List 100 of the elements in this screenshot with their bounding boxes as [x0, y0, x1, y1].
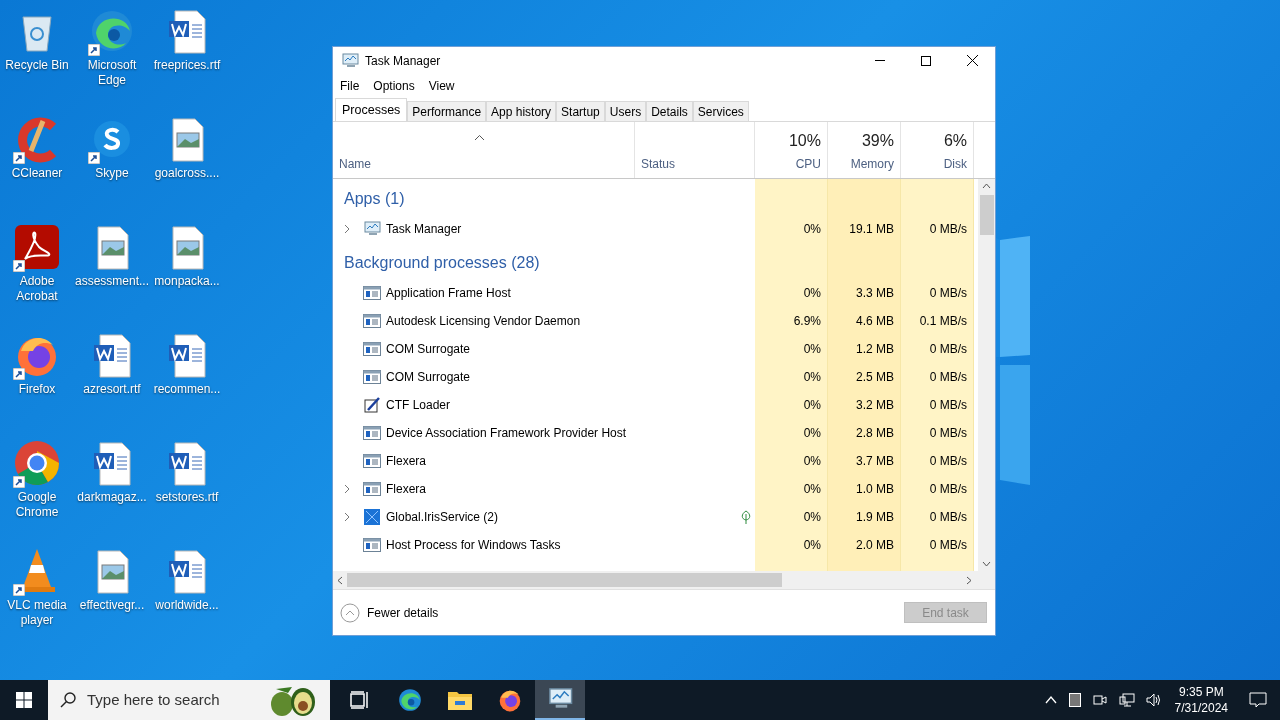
- desktop-icon-label[interactable]: Recycle Bin: [0, 58, 74, 73]
- search-input[interactable]: Type here to search: [87, 688, 257, 712]
- column-header[interactable]: Status: [641, 155, 676, 173]
- desktop-icon-label[interactable]: azresort.rtf: [75, 382, 149, 397]
- usage-cell: 0%: [755, 531, 828, 559]
- column-header[interactable]: Name: [339, 155, 371, 173]
- search-field[interactable]: Type here to search: [48, 680, 330, 720]
- window-icon: [363, 454, 381, 468]
- process-row[interactable]: CTF Loader 0% 3.2 MB 0 MB/s: [333, 391, 979, 419]
- process-row[interactable]: Device Association Framework Provider Host 0% 2.8 MB 0 MB/s: [333, 419, 979, 447]
- process-name: Flexera: [386, 481, 426, 498]
- menu-item[interactable]: File: [340, 77, 360, 95]
- chevron-up-icon[interactable]: [1044, 696, 1057, 704]
- desktop-icon-label[interactable]: VLC media player: [0, 598, 74, 628]
- usage-cell: 0 MB/s: [901, 475, 974, 503]
- desktop-icon-label[interactable]: recommen...: [150, 382, 224, 397]
- usage-cell: 0.1 MB/s: [901, 307, 974, 335]
- process-name: Task Manager: [386, 221, 462, 238]
- process-row[interactable]: COM Surrogate 0% 2.5 MB 0 MB/s: [333, 363, 979, 391]
- tab[interactable]: Users: [604, 101, 647, 121]
- usage-cell: 2.8 MB: [828, 419, 901, 447]
- tab[interactable]: Startup: [556, 101, 605, 121]
- process-row[interactable]: Host Process for Windows Tasks 0% 2.0 MB 0 MB/s: [333, 531, 979, 559]
- expand-chevron-icon[interactable]: [343, 512, 350, 522]
- tab[interactable]: App history: [486, 101, 557, 121]
- maximize-icon: [921, 55, 931, 66]
- usage-cell: 0%: [755, 215, 828, 243]
- camera-icon[interactable]: [1092, 693, 1107, 707]
- desktop-icon-label[interactable]: Firefox: [0, 382, 74, 397]
- column-total: 10%: [788, 131, 821, 151]
- process-row[interactable]: Autodesk Licensing Vendor Daemon 6.9% 4.6 MB 0.1 MB/s: [333, 307, 979, 335]
- usage-cell: 0 MB/s: [901, 279, 974, 307]
- windows-logo-icon: [16, 692, 32, 708]
- column-total: 6%: [943, 131, 967, 151]
- clock-time: 9:35 PM: [1178, 684, 1224, 700]
- desktop-icon-label[interactable]: darkmagaz...: [75, 490, 149, 505]
- expand-chevron-icon[interactable]: [343, 484, 350, 494]
- vertical-scrollbar[interactable]: [978, 179, 995, 589]
- window-icon: [363, 286, 381, 300]
- horizontal-scrollbar[interactable]: [333, 571, 979, 589]
- window-title: Task Manager: [365, 52, 441, 70]
- usage-cell: 0 MB/s: [901, 503, 974, 531]
- desktop-icon-label[interactable]: setstores.rtf: [150, 490, 224, 505]
- usage-cell: 2.5 MB: [828, 363, 901, 391]
- folder-icon: [447, 689, 473, 711]
- desktop-icon-label[interactable]: effectivegr...: [75, 598, 149, 613]
- taskbar-app-button[interactable]: [535, 680, 585, 720]
- process-row[interactable]: Flexera 0% 3.7 MB 0 MB/s: [333, 447, 979, 475]
- process-name: COM Surrogate: [386, 341, 471, 358]
- process-row[interactable]: Task Manager 0% 19.1 MB 0 MB/s: [333, 215, 979, 243]
- chrome-icon: [13, 439, 61, 487]
- desktop-icon-label[interactable]: freeprices.rtf: [150, 58, 224, 73]
- acrobat-icon: [13, 223, 61, 271]
- desktop-icon-label[interactable]: goalcross....: [150, 166, 224, 181]
- usage-cell: 0 MB/s: [901, 391, 974, 419]
- process-name: Autodesk Licensing Vendor Daemon: [386, 313, 581, 330]
- process-row[interactable]: Global.IrisService (2) 0% 1.9 MB 0 MB/s: [333, 503, 979, 531]
- clock[interactable]: 9:35 PM 7/31/2024: [1166, 684, 1236, 716]
- process-row[interactable]: Application Frame Host 0% 3.3 MB 0 MB/s: [333, 279, 979, 307]
- network-icon[interactable]: [1118, 693, 1135, 707]
- desktop-icon-label[interactable]: monpacka...: [150, 274, 224, 289]
- tab[interactable]: Details: [646, 101, 693, 121]
- column-header[interactable]: Memory: [850, 155, 894, 173]
- tab[interactable]: Processes: [335, 98, 408, 121]
- usage-cell: 0%: [755, 279, 828, 307]
- expand-chevron-icon[interactable]: [343, 224, 350, 234]
- search-icon: [60, 692, 76, 708]
- menu-item[interactable]: Options: [373, 77, 415, 95]
- desktop-icon-label[interactable]: worldwide...: [150, 598, 224, 613]
- desktop-icon-label[interactable]: CCleaner: [0, 166, 74, 181]
- speech-bubble-icon: [1249, 692, 1267, 708]
- desktop-icon-label[interactable]: Skype: [75, 166, 149, 181]
- window-icon: [363, 370, 381, 384]
- window-icon: [363, 314, 381, 328]
- speaker-icon[interactable]: [1145, 693, 1162, 707]
- collapse-circle-icon[interactable]: [340, 602, 360, 623]
- scrollbar-thumb[interactable]: [347, 573, 782, 587]
- desktop-icon-label[interactable]: assessment...: [75, 274, 149, 289]
- column-total: 39%: [861, 131, 894, 151]
- process-name: Flexera: [386, 453, 426, 470]
- column-header[interactable]: CPU: [795, 155, 821, 173]
- process-row[interactable]: Flexera 0% 1.0 MB 0 MB/s: [333, 475, 979, 503]
- menu-item[interactable]: View: [428, 77, 455, 95]
- tab[interactable]: Performance: [407, 101, 487, 121]
- usage-cell: 0 MB/s: [901, 447, 974, 475]
- scrollbar-thumb[interactable]: [979, 195, 994, 235]
- fewer-details-link[interactable]: Fewer details: [367, 603, 439, 622]
- usage-cell: 0%: [755, 475, 828, 503]
- desktop-icon-label[interactable]: Microsoft Edge: [75, 58, 149, 88]
- usage-cell: 4.6 MB: [828, 307, 901, 335]
- desktop-icon-label[interactable]: Adobe Acrobat: [0, 274, 74, 304]
- desktop-icon-label[interactable]: Google Chrome: [0, 490, 74, 520]
- column-header[interactable]: Disk: [943, 155, 967, 173]
- process-row[interactable]: COM Surrogate 0% 1.2 MB 0 MB/s: [333, 335, 979, 363]
- tablet-icon[interactable]: [1068, 693, 1081, 707]
- usage-cell: 0 MB/s: [901, 335, 974, 363]
- tab[interactable]: Services: [692, 101, 749, 121]
- usage-cell: 1.9 MB: [828, 503, 901, 531]
- usage-cell: 0%: [755, 447, 828, 475]
- close-icon: [966, 55, 978, 66]
